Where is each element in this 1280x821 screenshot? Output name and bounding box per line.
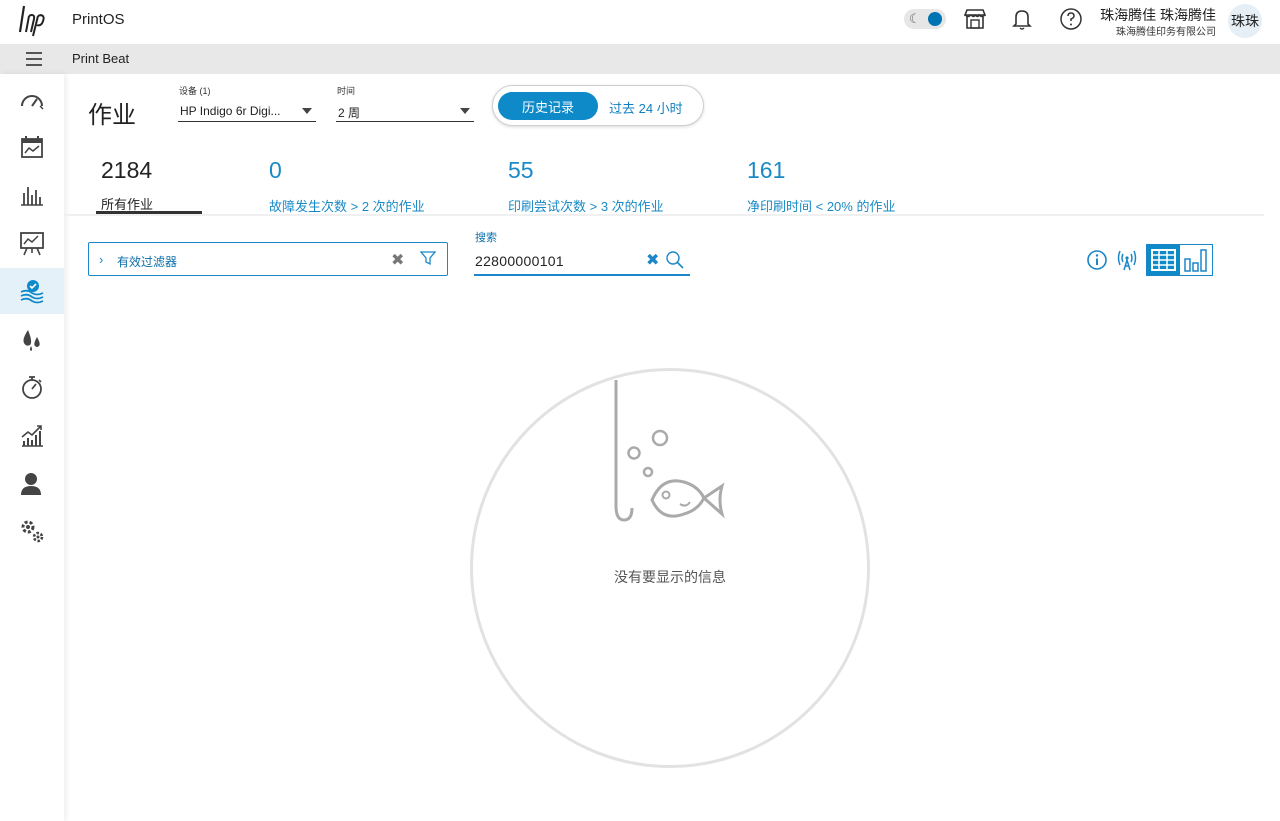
- user-icon: [21, 473, 41, 495]
- info-icon[interactable]: [1086, 249, 1108, 271]
- sidebar-item-calendar[interactable]: [0, 124, 64, 170]
- toggle-knob: [928, 12, 942, 26]
- antenna-icon[interactable]: [1115, 248, 1139, 272]
- sidebar-item-bar-chart[interactable]: [0, 172, 64, 218]
- stat-value: 0: [269, 157, 282, 183]
- clear-search-icon[interactable]: ✖: [646, 250, 659, 270]
- mode-toggle: 历史记录 过去 24 小时: [492, 85, 704, 126]
- table-icon: [1151, 249, 1176, 271]
- stat-label: 净印刷时间 < 20% 的作业: [747, 199, 896, 214]
- theme-toggle[interactable]: ☾: [904, 9, 946, 29]
- search-icon[interactable]: [665, 250, 685, 270]
- search-label: 搜索: [475, 232, 497, 244]
- stat-label: 印刷尝试次数 > 3 次的作业: [508, 199, 664, 214]
- avatar[interactable]: 珠珠: [1228, 4, 1262, 38]
- trend-chart-icon: [21, 425, 43, 447]
- empty-state-message: 没有要显示的信息: [614, 569, 726, 585]
- sidebar-item-trend[interactable]: [0, 412, 64, 458]
- time-select-value: 2 周: [338, 106, 361, 120]
- tab-last-24h[interactable]: 过去 24 小时: [609, 98, 683, 117]
- user-name[interactable]: 珠海腾佳 珠海腾佳: [1100, 5, 1216, 25]
- device-select-value: HP Indigo 6r Digi...: [180, 104, 281, 118]
- menu-icon[interactable]: [26, 52, 42, 66]
- sidebar-item-settings[interactable]: [0, 508, 64, 554]
- jobs-check-icon: [20, 280, 44, 304]
- sidebar-item-jobs[interactable]: [0, 268, 64, 314]
- stat-value: 2184: [101, 157, 153, 183]
- fish-hook-icon: [614, 380, 725, 522]
- sidebar-item-presentation[interactable]: [0, 220, 64, 266]
- stopwatch-icon: [22, 376, 42, 399]
- chevron-right-icon[interactable]: ›: [99, 252, 103, 267]
- section-bar: Print Beat: [0, 44, 1280, 74]
- bar-chart-icon: [1184, 249, 1207, 272]
- device-select[interactable]: HP Indigo 6r Digi...: [178, 100, 316, 122]
- sidebar-item-user[interactable]: [0, 460, 64, 506]
- chevron-down-icon: [302, 108, 312, 114]
- active-filters-box[interactable]: › 有效过滤器 ✖: [88, 242, 448, 276]
- chevron-down-icon: [460, 108, 470, 114]
- sidebar-item-dashboard[interactable]: [0, 78, 64, 124]
- filter-icon[interactable]: [419, 249, 437, 267]
- page-title: 作业: [88, 102, 136, 129]
- table-view-button[interactable]: [1147, 245, 1180, 275]
- view-toggle: [1146, 244, 1213, 276]
- user-company: 珠海腾佳印务有限公司: [1116, 27, 1216, 38]
- section-title: Print Beat: [72, 51, 130, 66]
- store-icon[interactable]: [962, 6, 988, 32]
- divider: [64, 214, 1264, 216]
- stat-label: 故障发生次数 > 2 次的作业: [269, 199, 425, 214]
- clear-filters-icon[interactable]: ✖: [391, 250, 404, 270]
- time-select-label: 时间: [337, 86, 356, 96]
- app-name[interactable]: PrintOS: [72, 11, 125, 28]
- chart-view-button[interactable]: [1180, 245, 1212, 275]
- moon-icon: ☾: [909, 11, 921, 26]
- ink-drops-icon: [23, 330, 40, 351]
- help-icon[interactable]: [1058, 6, 1084, 32]
- stat-value: 161: [747, 157, 786, 183]
- calendar-chart-icon: [21, 136, 43, 158]
- gears-icon: [21, 520, 44, 543]
- bar-chart-icon: [21, 187, 43, 206]
- active-filters-label: 有效过滤器: [117, 255, 178, 269]
- search-value: 22800000101: [475, 253, 564, 269]
- time-select[interactable]: 2 周: [336, 100, 474, 122]
- sidebar: [0, 74, 64, 821]
- device-select-label: 设备 (1): [179, 86, 211, 96]
- bell-icon[interactable]: [1009, 6, 1035, 32]
- gauge-icon: [21, 95, 44, 110]
- sidebar-item-ink[interactable]: [0, 316, 64, 362]
- sidebar-item-stopwatch[interactable]: [0, 364, 64, 410]
- search-input[interactable]: 22800000101 ✖: [474, 250, 690, 276]
- top-bar: PrintOS ☾ 珠海腾佳 珠海腾佳 珠海腾佳印务有限公司 珠珠: [0, 0, 1280, 44]
- tab-history[interactable]: 历史记录: [498, 92, 598, 120]
- hp-logo-icon[interactable]: [18, 2, 50, 38]
- stat-value: 55: [508, 157, 534, 183]
- presentation-chart-icon: [20, 232, 44, 256]
